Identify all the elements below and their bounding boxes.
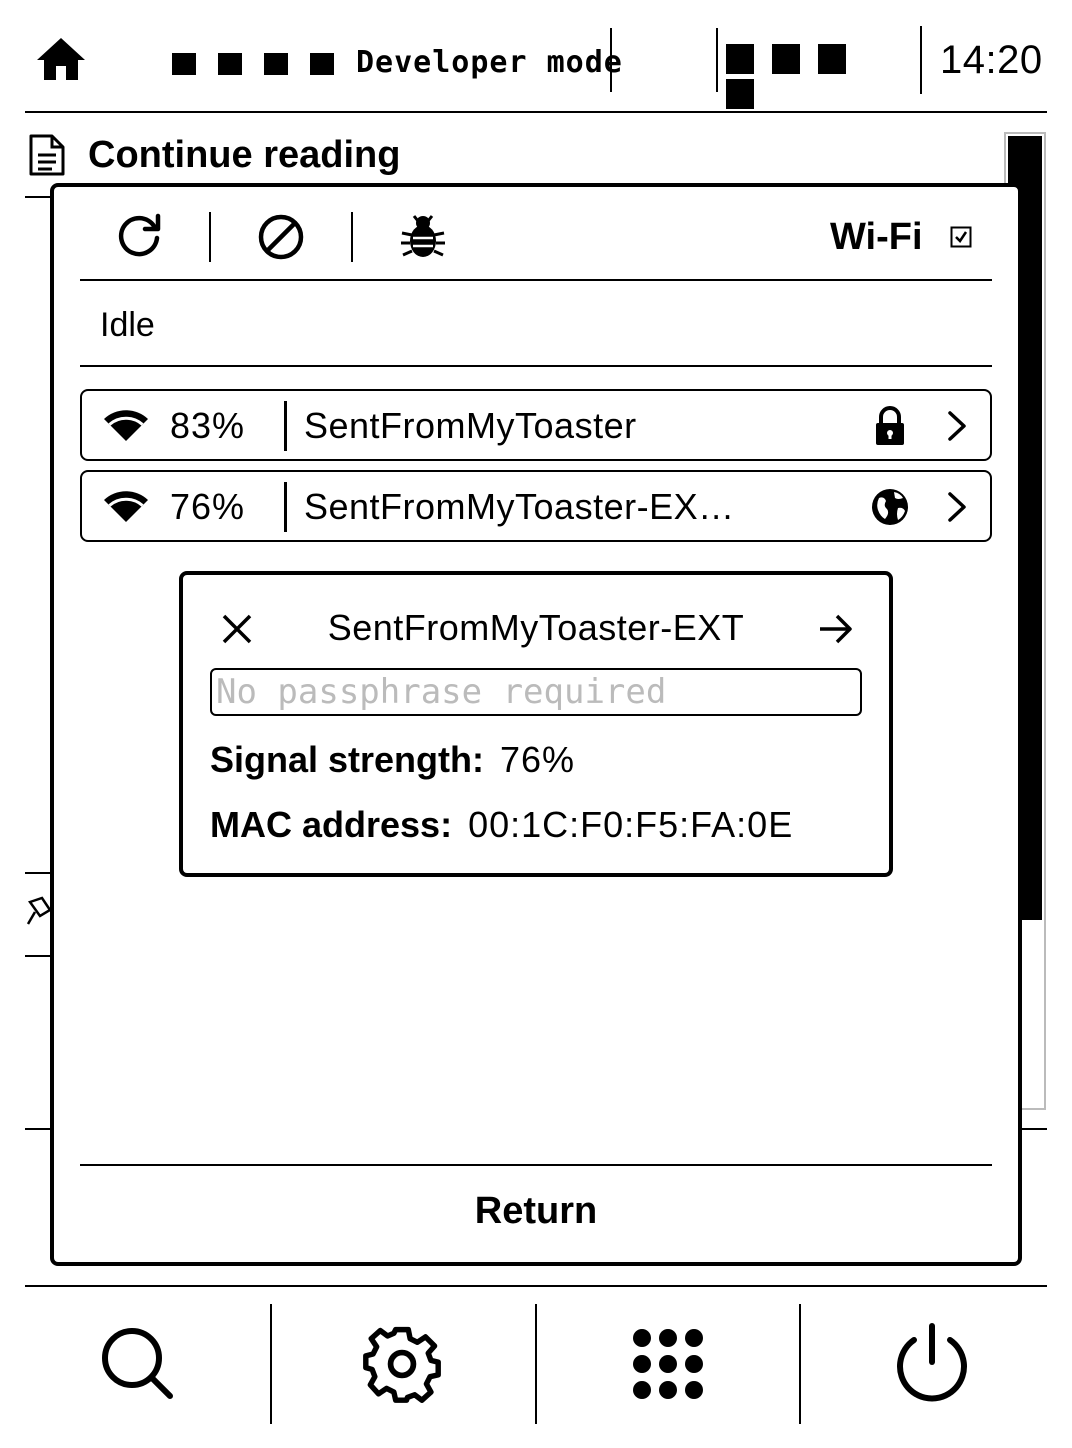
disconnect-icon[interactable] [246,202,316,272]
clock: 14:20 [940,38,1043,82]
apps-icon[interactable] [628,1322,708,1406]
home-icon[interactable] [36,36,86,82]
globe-icon [870,486,910,528]
toolbar-separator [270,1304,272,1424]
passphrase-input[interactable] [210,668,862,716]
network-row[interactable]: 83% SentFromMyToaster [80,389,992,461]
network-name: SentFromMyToaster-EX… [304,486,735,527]
toolbar-separator [535,1304,537,1424]
connection-status: Idle [100,306,155,344]
divider [25,111,1047,113]
toolbar-separator [799,1304,801,1424]
status-bar: Developer mode 14:20 [0,0,1072,112]
network-ssid: SentFromMyToaster-EXT [327,607,745,648]
network-separator [284,401,287,451]
search-icon[interactable] [98,1322,178,1406]
return-button[interactable]: Return [80,1168,992,1254]
status-indicators [726,44,906,109]
refresh-icon[interactable] [104,202,174,272]
divider [25,1285,1047,1287]
status-separator [716,28,718,92]
wifi-signal-icon [102,490,150,524]
signal-strength-row: Signal strength: 76% [210,735,575,785]
network-name: SentFromMyToaster [304,405,637,446]
wifi-toggle-label[interactable]: Wi-Fi [830,212,923,262]
divider [80,1164,992,1166]
settings-icon[interactable] [362,1322,442,1406]
network-signal: 76% [170,486,246,527]
network-signal: 83% [170,405,246,446]
toolbar-separator [209,212,211,262]
document-icon [28,133,66,177]
status-separator [920,26,922,94]
toolbar-separator [351,212,353,262]
wifi-checkbox-icon[interactable] [950,226,972,248]
section-title[interactable]: Continue reading [88,132,400,178]
divider [80,279,992,281]
network-detail-popup: SentFromMyToaster-EXT Signal strength: 76… [179,571,893,877]
power-icon[interactable] [892,1322,972,1406]
chevron-right-icon [944,409,970,443]
developer-mode-text: Developer mode [172,40,712,86]
wifi-signal-icon [102,409,150,443]
bug-icon[interactable] [388,202,458,272]
network-row[interactable]: 76% SentFromMyToaster-EX… [80,470,992,542]
status-separator [610,28,612,92]
lock-icon [870,405,910,447]
mac-address-row: MAC address: 00:1C:F0:F5:FA:0E [210,800,793,850]
mac-address-label: MAC address: [210,804,453,845]
network-separator [284,482,287,532]
chevron-right-icon [944,490,970,524]
signal-strength-label: Signal strength: [210,739,485,780]
arrow-right-icon[interactable] [817,611,855,647]
signal-strength-value: 76% [500,739,576,780]
mac-address-value: 00:1C:F0:F5:FA:0E [468,804,794,845]
divider [80,365,992,367]
